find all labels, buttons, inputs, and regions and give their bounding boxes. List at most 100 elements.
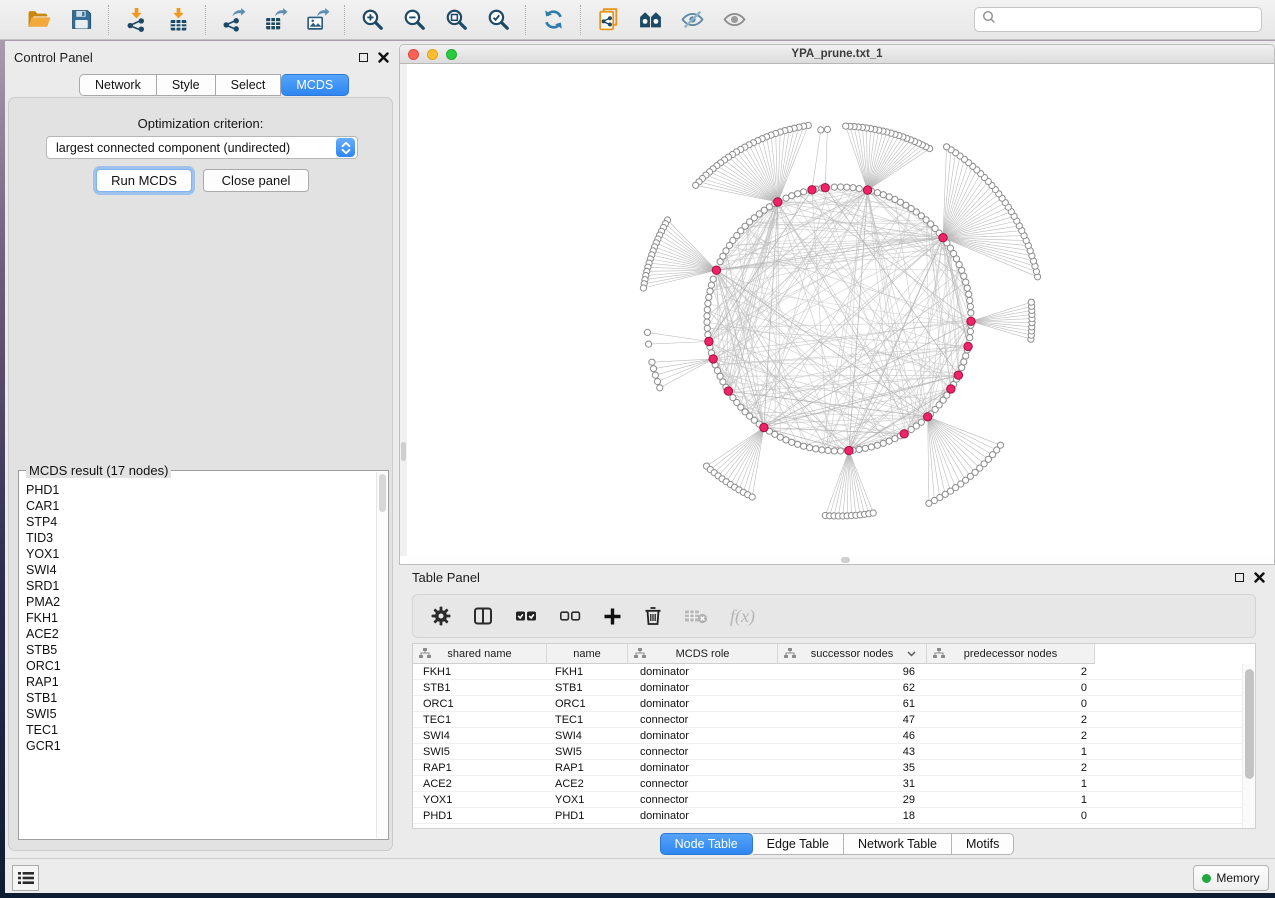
cell-predecessor-nodes: 0 [927,808,1095,823]
table-row[interactable]: SWI5SWI5connector431 [413,744,1242,760]
cell-MCDS-role: dominator [628,664,778,679]
table-row[interactable]: PHD1PHD1dominator180 [413,808,1242,824]
search-input[interactable] [996,13,1254,27]
cell-shared-name: ACE2 [413,776,547,791]
cell-MCDS-role: connector [628,744,778,759]
table-row[interactable]: STB1STB1dominator620 [413,680,1242,696]
select-stepper-icon [336,138,355,157]
search-box[interactable] [974,7,1262,32]
close-panel-icon[interactable] [378,52,389,63]
table-scrollbar[interactable] [1242,664,1255,828]
control-panel-title: Control Panel [14,50,359,65]
column-header-predecessor-nodes[interactable]: predecessor nodes [927,644,1095,664]
table-row[interactable]: SWI4SWI4dominator462 [413,728,1242,744]
cell-successor-nodes: 47 [778,712,927,727]
mcds-result-item[interactable]: SWI4 [26,562,376,578]
open-session-icon[interactable] [25,6,53,34]
result-scrollbar[interactable] [376,472,387,838]
mcds-result-item[interactable]: FKH1 [26,610,376,626]
tab-mcds[interactable]: MCDS [281,74,349,96]
tab-select[interactable]: Select [216,74,282,96]
show-panels-button[interactable] [12,865,39,891]
zoom-selected-icon[interactable] [484,6,512,34]
mcds-result-item[interactable]: STB1 [26,690,376,706]
mcds-result-item[interactable]: CAR1 [26,498,376,514]
mcds-result-item[interactable]: ACE2 [26,626,376,642]
mcds-result-item[interactable]: TEC1 [26,722,376,738]
table-row[interactable]: RAP1RAP1dominator352 [413,760,1242,776]
cell-shared-name: PHD1 [413,808,547,823]
table-panel: Table Panel f(x) shared namenameMCDS rol… [399,566,1275,858]
table-row[interactable]: TEC1TEC1connector472 [413,712,1242,728]
mcds-result-item[interactable]: RAP1 [26,674,376,690]
function-builder-icon: f(x) [730,606,755,627]
mcds-result-item[interactable]: STB5 [26,642,376,658]
column-header-successor-nodes[interactable]: successor nodes [778,644,927,664]
export-network-icon[interactable] [219,6,247,34]
float-panel-icon[interactable] [359,53,368,62]
cell-MCDS-role: connector [628,776,778,791]
mcds-result-item[interactable]: SWI5 [26,706,376,722]
column-header-MCDS-role[interactable]: MCDS role [628,644,778,664]
mcds-result-item[interactable]: PMA2 [26,594,376,610]
export-table-icon[interactable] [261,6,289,34]
column-header-name[interactable]: name [547,644,628,664]
table-row[interactable]: YOX1YOX1connector291 [413,792,1242,808]
mcds-result-item[interactable]: PHD1 [26,482,376,498]
add-row-icon[interactable] [603,607,622,626]
column-header-shared-name[interactable]: shared name [413,644,547,664]
table-row[interactable]: FKH1FKH1dominator962 [413,664,1242,680]
tab-network[interactable]: Network [79,74,157,96]
mcds-result-item[interactable]: GCR1 [26,738,376,754]
tab-edge-table[interactable]: Edge Table [753,833,844,855]
show-all-icon[interactable] [720,6,748,34]
tab-network-table[interactable]: Network Table [844,833,952,855]
table-toolbar: f(x) [412,594,1256,638]
network-window-title: YPA_prune.txt_1 [400,48,1274,60]
cell-successor-nodes: 18 [778,808,927,823]
clone-network-icon[interactable] [594,6,622,34]
tab-node-table[interactable]: Node Table [660,833,753,855]
import-network-icon[interactable] [122,6,150,34]
screen: Control Panel NetworkStyleSelectMCDS Opt… [0,0,1275,898]
mcds-result-item[interactable]: YOX1 [26,546,376,562]
deselect-all-icon[interactable] [559,608,581,624]
mcds-result-item[interactable]: TID3 [26,530,376,546]
export-image-icon[interactable] [303,6,331,34]
criterion-select[interactable]: largest connected component (undirected) [46,136,358,159]
close-panel-icon[interactable] [1254,572,1265,583]
memory-button[interactable]: Memory [1193,865,1269,891]
mcds-result-list[interactable]: PHD1CAR1STP4TID3YOX1SWI4SRD1PMA2FKH1ACE2… [20,474,376,838]
table-row[interactable]: ORC1ORC1dominator610 [413,696,1242,712]
network-vertical-scrollbar[interactable] [400,64,407,556]
network-horizontal-scrollbar[interactable] [407,556,1274,564]
cell-MCDS-role: dominator [628,680,778,695]
mcds-result-item[interactable]: ORC1 [26,658,376,674]
float-panel-icon[interactable] [1235,573,1244,582]
zoom-in-icon[interactable] [358,6,386,34]
run-mcds-button[interactable]: Run MCDS [96,169,192,192]
import-table-icon[interactable] [164,6,192,34]
cell-name: ACE2 [547,776,628,791]
show-columns-icon[interactable] [473,606,493,626]
zoom-out-icon[interactable] [400,6,428,34]
refresh-layout-icon[interactable] [539,6,567,34]
cell-successor-nodes: 62 [778,680,927,695]
tab-style[interactable]: Style [157,74,216,96]
delete-rows-icon[interactable] [644,606,662,626]
table-row[interactable]: ACE2ACE2connector311 [413,776,1242,792]
select-all-icon[interactable] [515,608,537,624]
delete-table-icon[interactable] [684,608,708,624]
find-icon[interactable] [636,6,664,34]
mcds-result-item[interactable]: SRD1 [26,578,376,594]
zoom-fit-icon[interactable] [442,6,470,34]
tab-motifs[interactable]: Motifs [952,833,1014,855]
save-session-icon[interactable] [67,6,95,34]
close-panel-button[interactable]: Close panel [203,169,309,192]
table-settings-icon[interactable] [431,606,451,626]
mcds-result-item[interactable]: STP4 [26,514,376,530]
network-window-titlebar[interactable]: YPA_prune.txt_1 [400,45,1274,64]
hide-selected-icon[interactable] [678,6,706,34]
network-canvas[interactable] [407,64,1275,558]
memory-status-icon [1202,874,1211,883]
